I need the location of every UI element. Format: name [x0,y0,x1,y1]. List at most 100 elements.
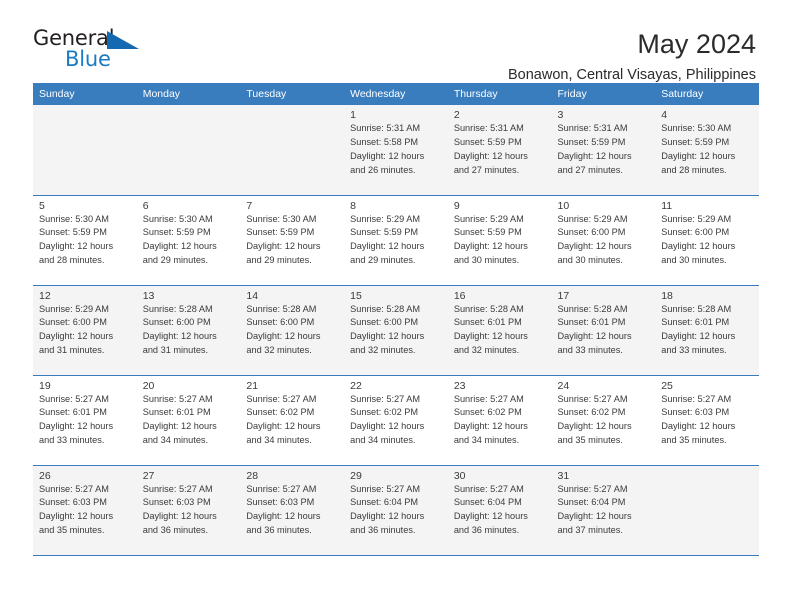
weekday-header-monday: Monday [136,83,241,105]
daylight-text-line2: and 32 minutes. [453,345,520,356]
calendar-day-cell[interactable]: 2 Sunrise: 5:31 AM Sunset: 5:59 PM Daylight… [447,105,552,196]
sunrise-text: Sunrise: 5:27 AM [350,393,421,404]
day-number: 19 [39,379,51,392]
sunrise-text: Sunrise: 5:30 AM [142,213,213,224]
sunset-text: Sunset: 5:59 PM [350,227,419,238]
calendar-day-cell[interactable]: 11 Sunrise: 5:29 AM Sunset: 6:00 PM Dayligh… [655,195,759,286]
day-details: Sunrise: 5:27 AM Sunset: 6:03 PM Daylight:… [137,483,241,539]
daylight-text-line2: and 36 minutes. [246,525,312,536]
sunset-text: Sunset: 5:59 PM [246,227,315,238]
calendar-day-cell[interactable]: 3 Sunrise: 5:31 AM Sunset: 5:59 PM Daylight… [551,105,656,196]
day-details: Sunrise: 5:27 AM Sunset: 6:01 PM Daylight:… [33,393,137,449]
daylight-text-line2: and 37 minutes. [557,525,623,536]
day-number: 18 [661,289,673,302]
page-header: General Blue May 2024 Bonawon, Central V… [0,0,792,84]
day-details: Sunrise: 5:29 AM Sunset: 6:00 PM Daylight:… [552,213,656,269]
day-number: 1 [350,109,356,121]
daylight-text-line1: Daylight: 12 hours [453,241,528,252]
sunrise-text: Sunrise: 5:28 AM [142,303,213,314]
calendar-day-cell[interactable]: 10 Sunrise: 5:29 AM Sunset: 6:00 PM Dayligh… [551,195,656,286]
calendar-day-cell[interactable]: 17 Sunrise: 5:28 AM Sunset: 6:01 PM Dayligh… [551,285,656,376]
sunrise-text: Sunrise: 5:27 AM [661,393,732,404]
triangle-icon [107,31,139,49]
day-details: Sunrise: 5:30 AM Sunset: 5:59 PM Daylight:… [137,213,241,269]
day-details: Sunrise: 5:27 AM Sunset: 6:02 PM Daylight:… [240,393,344,449]
calendar-day-cell[interactable]: 16 Sunrise: 5:28 AM Sunset: 6:01 PM Dayligh… [447,285,552,376]
sunset-text: Sunset: 6:01 PM [142,407,211,418]
sunrise-text: Sunrise: 5:27 AM [142,393,213,404]
sunset-text: Sunset: 6:02 PM [453,407,522,418]
daylight-text-line1: Daylight: 12 hours [142,241,217,252]
day-number: 24 [557,379,570,392]
calendar-day-cell[interactable]: 7 Sunrise: 5:30 AM Sunset: 5:59 PM Daylight… [240,195,345,286]
day-number: 14 [246,289,259,302]
sunset-text: Sunset: 6:03 PM [142,497,211,508]
daylight-text-line2: and 30 minutes. [557,255,623,266]
day-number: 17 [557,289,570,302]
calendar-day-cell[interactable]: 29 Sunrise: 5:27 AM Sunset: 6:04 PM Dayligh… [344,465,448,556]
calendar-day-cell[interactable]: 27 Sunrise: 5:27 AM Sunset: 6:03 PM Dayligh… [136,465,241,556]
calendar-day-cell[interactable]: 23 Sunrise: 5:27 AM Sunset: 6:02 PM Dayligh… [447,375,552,466]
day-number: 29 [350,469,362,482]
calendar-day-cell[interactable]: 9 Sunrise: 5:29 AM Sunset: 5:59 PM Daylight… [447,195,552,286]
calendar-day-cell[interactable]: 21 Sunrise: 5:27 AM Sunset: 6:02 PM Dayligh… [240,375,345,466]
calendar-day-cell[interactable]: 8 Sunrise: 5:29 AM Sunset: 5:59 PM Daylight… [344,195,448,286]
sunset-text: Sunset: 6:01 PM [557,317,626,328]
daylight-text-line1: Daylight: 12 hours [39,511,114,522]
sunrise-text: Sunrise: 5:30 AM [661,123,732,133]
day-number: 10 [557,199,570,212]
day-details: Sunrise: 5:28 AM Sunset: 6:00 PM Daylight:… [344,303,448,359]
sunrise-text: Sunrise: 5:27 AM [39,483,109,494]
calendar-day-cell[interactable]: 25 Sunrise: 5:27 AM Sunset: 6:03 PM Dayligh… [655,375,759,466]
sunset-text: Sunset: 6:01 PM [453,317,522,328]
daylight-text-line2: and 33 minutes. [39,435,105,446]
sunset-text: Sunset: 6:01 PM [661,317,730,328]
day-number: 26 [39,469,51,482]
sunset-text: Sunset: 6:04 PM [350,497,419,508]
calendar-day-cell[interactable]: 5 Sunrise: 5:30 AM Sunset: 5:59 PM Daylight… [33,195,137,286]
daylight-text-line2: and 28 minutes. [661,164,727,175]
calendar-day-cell[interactable]: 14 Sunrise: 5:28 AM Sunset: 6:00 PM Dayligh… [240,285,345,376]
sunrise-text: Sunrise: 5:30 AM [39,213,109,224]
day-number: 30 [453,469,466,482]
daylight-text-line2: and 29 minutes. [350,255,416,266]
calendar-day-cell[interactable]: 26 Sunrise: 5:27 AM Sunset: 6:03 PM Dayligh… [33,465,137,556]
day-details: Sunrise: 5:28 AM Sunset: 6:00 PM Daylight:… [240,303,344,359]
calendar-day-cell[interactable]: 31 Sunrise: 5:27 AM Sunset: 6:04 PM Dayligh… [551,465,656,556]
daylight-text-line2: and 32 minutes. [350,345,416,356]
general-blue-logo[interactable]: General Blue [33,28,151,74]
calendar-day-cell[interactable]: 12 Sunrise: 5:29 AM Sunset: 6:00 PM Dayligh… [33,285,137,376]
calendar-day-cell[interactable]: 15 Sunrise: 5:28 AM Sunset: 6:00 PM Dayligh… [344,285,448,376]
daylight-text-line2: and 30 minutes. [661,255,727,266]
daylight-text-line2: and 27 minutes. [557,164,623,175]
day-details: Sunrise: 5:27 AM Sunset: 6:04 PM Daylight:… [552,483,656,539]
daylight-text-line1: Daylight: 12 hours [246,331,321,342]
day-details: Sunrise: 5:27 AM Sunset: 6:01 PM Daylight:… [137,393,241,449]
sunrise-text: Sunrise: 5:29 AM [557,213,628,224]
sunset-text: Sunset: 6:03 PM [246,497,315,508]
calendar-day-cell[interactable]: 1 Sunrise: 5:31 AM Sunset: 5:58 PM Daylight… [344,105,448,196]
day-details: Sunrise: 5:30 AM Sunset: 5:59 PM Daylight:… [33,213,137,269]
day-details: Sunrise: 5:30 AM Sunset: 5:59 PM Daylight:… [655,122,759,178]
sunset-text: Sunset: 5:59 PM [39,227,107,238]
day-details: Sunrise: 5:27 AM Sunset: 6:04 PM Daylight:… [344,483,448,539]
calendar-day-cell[interactable]: 6 Sunrise: 5:30 AM Sunset: 5:59 PM Daylight… [136,195,241,286]
daylight-text-line1: Daylight: 12 hours [453,511,528,522]
day-details: Sunrise: 5:29 AM Sunset: 6:00 PM Daylight:… [33,303,137,359]
calendar-day-cell[interactable]: 28 Sunrise: 5:27 AM Sunset: 6:03 PM Dayligh… [240,465,345,556]
sunrise-text: Sunrise: 5:27 AM [350,483,421,494]
calendar-day-cell[interactable]: 18 Sunrise: 5:28 AM Sunset: 6:01 PM Dayligh… [655,285,759,376]
calendar-day-cell[interactable]: 22 Sunrise: 5:27 AM Sunset: 6:02 PM Dayligh… [344,375,448,466]
daylight-text-line1: Daylight: 12 hours [350,241,425,252]
day-details: Sunrise: 5:28 AM Sunset: 6:00 PM Daylight:… [137,303,241,359]
calendar-day-cell[interactable]: 13 Sunrise: 5:28 AM Sunset: 6:00 PM Dayligh… [136,285,241,376]
calendar-day-cell[interactable]: 19 Sunrise: 5:27 AM Sunset: 6:01 PM Dayligh… [33,375,137,466]
calendar-day-cell[interactable]: 20 Sunrise: 5:27 AM Sunset: 6:01 PM Dayligh… [136,375,241,466]
day-number: 28 [246,469,259,482]
calendar-day-cell[interactable]: 4 Sunrise: 5:30 AM Sunset: 5:59 PM Daylight… [655,105,759,196]
calendar-day-cell[interactable]: 30 Sunrise: 5:27 AM Sunset: 6:04 PM Dayligh… [447,465,552,556]
sunset-text: Sunset: 6:03 PM [39,497,107,508]
calendar-day-cell[interactable]: 24 Sunrise: 5:27 AM Sunset: 6:02 PM Dayligh… [551,375,656,466]
daylight-text-line1: Daylight: 12 hours [557,331,632,342]
daylight-text-line1: Daylight: 12 hours [39,421,114,432]
